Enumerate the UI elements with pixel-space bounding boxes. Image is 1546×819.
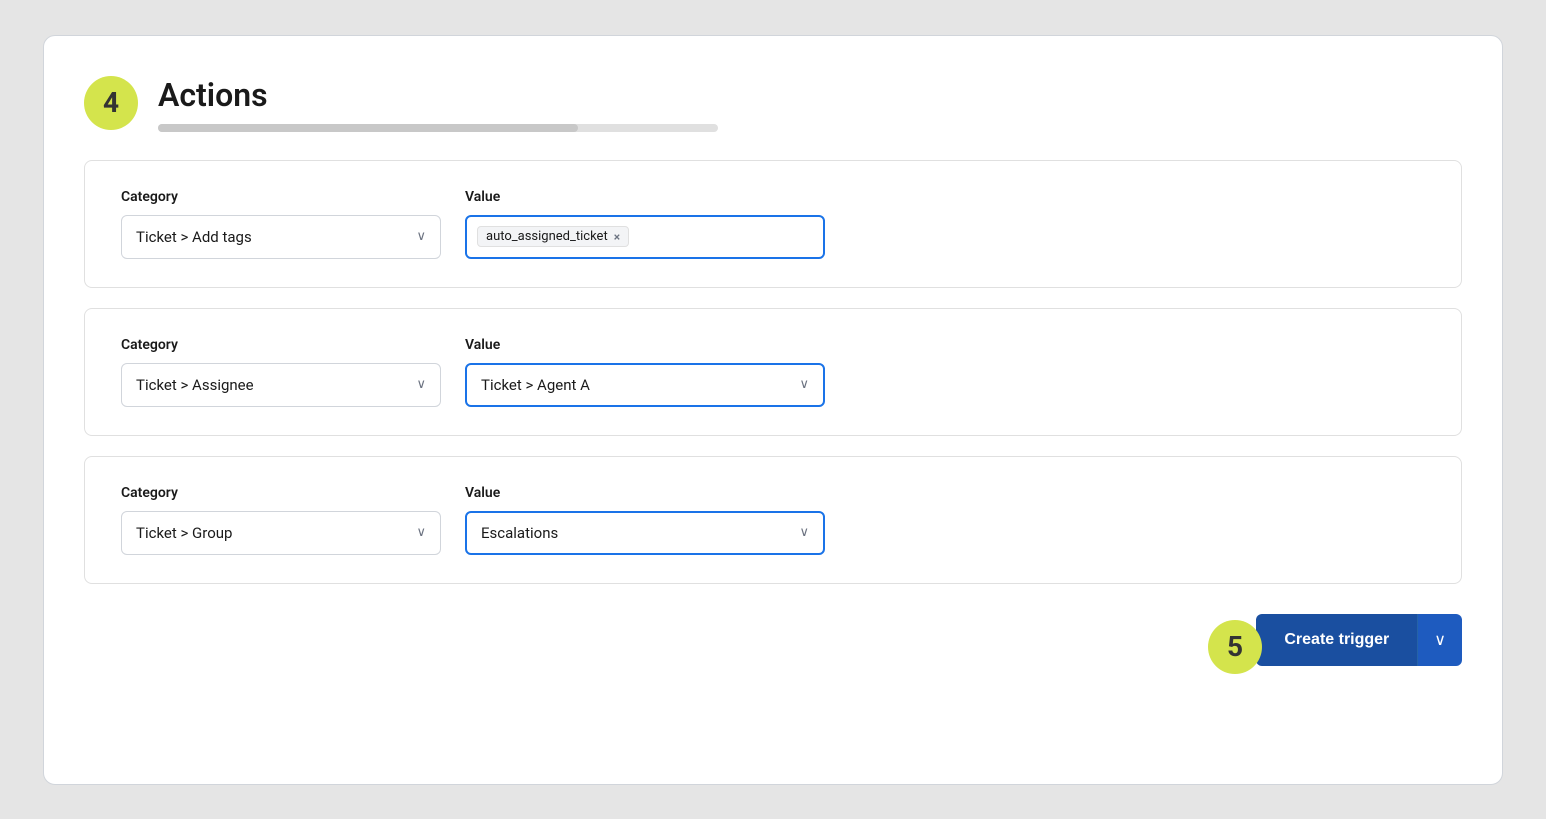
value-label-3: Value xyxy=(465,485,825,501)
header-content: Actions xyxy=(158,76,1462,132)
value-dropdown-2[interactable]: Ticket > Agent A ∨ xyxy=(465,363,825,407)
value-label-2: Value xyxy=(465,337,825,353)
create-trigger-dropdown-button[interactable]: ∨ xyxy=(1417,614,1462,666)
category-value-2: Ticket > Assignee xyxy=(136,376,254,394)
fields-group-2: Category Ticket > Assignee ∨ Value Ticke… xyxy=(121,337,1425,407)
value-value-2: Ticket > Agent A xyxy=(481,376,590,394)
step-5-badge: 5 xyxy=(1208,620,1262,674)
header-row: 4 Actions xyxy=(84,76,1462,132)
category-dropdown-1[interactable]: Ticket > Add tags ∨ xyxy=(121,215,441,259)
category-value-3: Ticket > Group xyxy=(136,524,232,542)
category-block-3: Category Ticket > Group ∨ xyxy=(121,485,441,555)
category-label-1: Category xyxy=(121,189,441,205)
value-block-2: Value Ticket > Agent A ∨ xyxy=(465,337,825,407)
step-4-badge: 4 xyxy=(84,76,138,130)
progress-bar-fill xyxy=(158,124,578,132)
chevron-icon-1: ∨ xyxy=(416,229,426,244)
category-block-2: Category Ticket > Assignee ∨ xyxy=(121,337,441,407)
value-block-1: Value auto_assigned_ticket × xyxy=(465,189,825,259)
chevron-icon-val-2: ∨ xyxy=(799,377,809,392)
tag-input-1[interactable]: auto_assigned_ticket × xyxy=(465,215,825,259)
fields-group-1: Category Ticket > Add tags ∨ Value auto_… xyxy=(121,189,1425,259)
fields-group-3: Category Ticket > Group ∨ Value Escalati… xyxy=(121,485,1425,555)
value-label-1: Value xyxy=(465,189,825,205)
value-dropdown-3[interactable]: Escalations ∨ xyxy=(465,511,825,555)
page-title: Actions xyxy=(158,76,1462,114)
value-value-3: Escalations xyxy=(481,524,558,542)
category-dropdown-3[interactable]: Ticket > Group ∨ xyxy=(121,511,441,555)
category-label-3: Category xyxy=(121,485,441,501)
action-row-2: Category Ticket > Assignee ∨ Value Ticke… xyxy=(84,308,1462,436)
chevron-icon-val-3: ∨ xyxy=(799,525,809,540)
create-trigger-button[interactable]: Create trigger xyxy=(1256,614,1417,666)
chevron-icon-3: ∨ xyxy=(416,525,426,540)
value-block-3: Value Escalations ∨ xyxy=(465,485,825,555)
footer-row: 5 Create trigger ∨ xyxy=(84,614,1462,666)
category-block-1: Category Ticket > Add tags ∨ xyxy=(121,189,441,259)
tag-chip-1: auto_assigned_ticket × xyxy=(477,226,629,247)
category-dropdown-2[interactable]: Ticket > Assignee ∨ xyxy=(121,363,441,407)
chevron-icon-2: ∨ xyxy=(416,377,426,392)
tag-text-1: auto_assigned_ticket xyxy=(486,229,608,244)
category-value-1: Ticket > Add tags xyxy=(136,228,252,246)
action-row-1: Category Ticket > Add tags ∨ Value auto_… xyxy=(84,160,1462,288)
progress-bar-track xyxy=(158,124,718,132)
main-card: 4 Actions Category Ticket > Add tags ∨ V… xyxy=(43,35,1503,785)
tag-close-icon-1[interactable]: × xyxy=(614,230,620,244)
action-row-3: Category Ticket > Group ∨ Value Escalati… xyxy=(84,456,1462,584)
category-label-2: Category xyxy=(121,337,441,353)
